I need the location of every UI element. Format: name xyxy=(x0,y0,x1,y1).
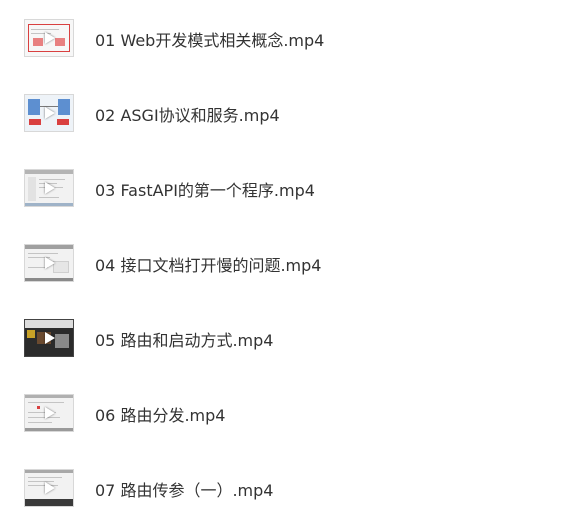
file-name[interactable]: 05 路由和启动方式.mp4 xyxy=(95,327,273,351)
file-list: 01 Web开发模式相关概念.mp4 02 ASGI协议和服务.mp4 03 F… xyxy=(0,0,579,522)
file-name[interactable]: 04 接口文档打开慢的问题.mp4 xyxy=(95,252,321,276)
file-name[interactable]: 02 ASGI协议和服务.mp4 xyxy=(95,102,280,126)
play-icon xyxy=(45,332,55,344)
play-icon xyxy=(45,257,55,269)
file-name[interactable]: 06 路由分发.mp4 xyxy=(95,402,225,426)
file-name[interactable]: 07 路由传参（一）.mp4 xyxy=(95,477,273,501)
file-name[interactable]: 03 FastAPI的第一个程序.mp4 xyxy=(95,177,315,201)
play-icon xyxy=(45,407,55,419)
play-icon xyxy=(45,182,55,194)
play-icon xyxy=(45,107,55,119)
video-thumbnail-icon[interactable] xyxy=(24,469,74,507)
play-icon xyxy=(45,32,55,44)
video-thumbnail-icon[interactable] xyxy=(24,19,74,57)
file-name[interactable]: 01 Web开发模式相关概念.mp4 xyxy=(95,27,324,51)
file-item-01[interactable]: 01 Web开发模式相关概念.mp4 xyxy=(0,8,579,68)
video-thumbnail-icon[interactable] xyxy=(24,169,74,207)
file-item-05[interactable]: 05 路由和启动方式.mp4 xyxy=(0,308,579,368)
file-item-06[interactable]: 06 路由分发.mp4 xyxy=(0,383,579,443)
file-item-04[interactable]: 04 接口文档打开慢的问题.mp4 xyxy=(0,233,579,293)
video-thumbnail-icon[interactable] xyxy=(24,94,74,132)
video-thumbnail-icon[interactable] xyxy=(24,319,74,357)
play-icon xyxy=(45,482,55,494)
file-item-03[interactable]: 03 FastAPI的第一个程序.mp4 xyxy=(0,158,579,218)
file-item-07[interactable]: 07 路由传参（一）.mp4 xyxy=(0,458,579,518)
file-item-02[interactable]: 02 ASGI协议和服务.mp4 xyxy=(0,83,579,143)
video-thumbnail-icon[interactable] xyxy=(24,244,74,282)
video-thumbnail-icon[interactable] xyxy=(24,394,74,432)
